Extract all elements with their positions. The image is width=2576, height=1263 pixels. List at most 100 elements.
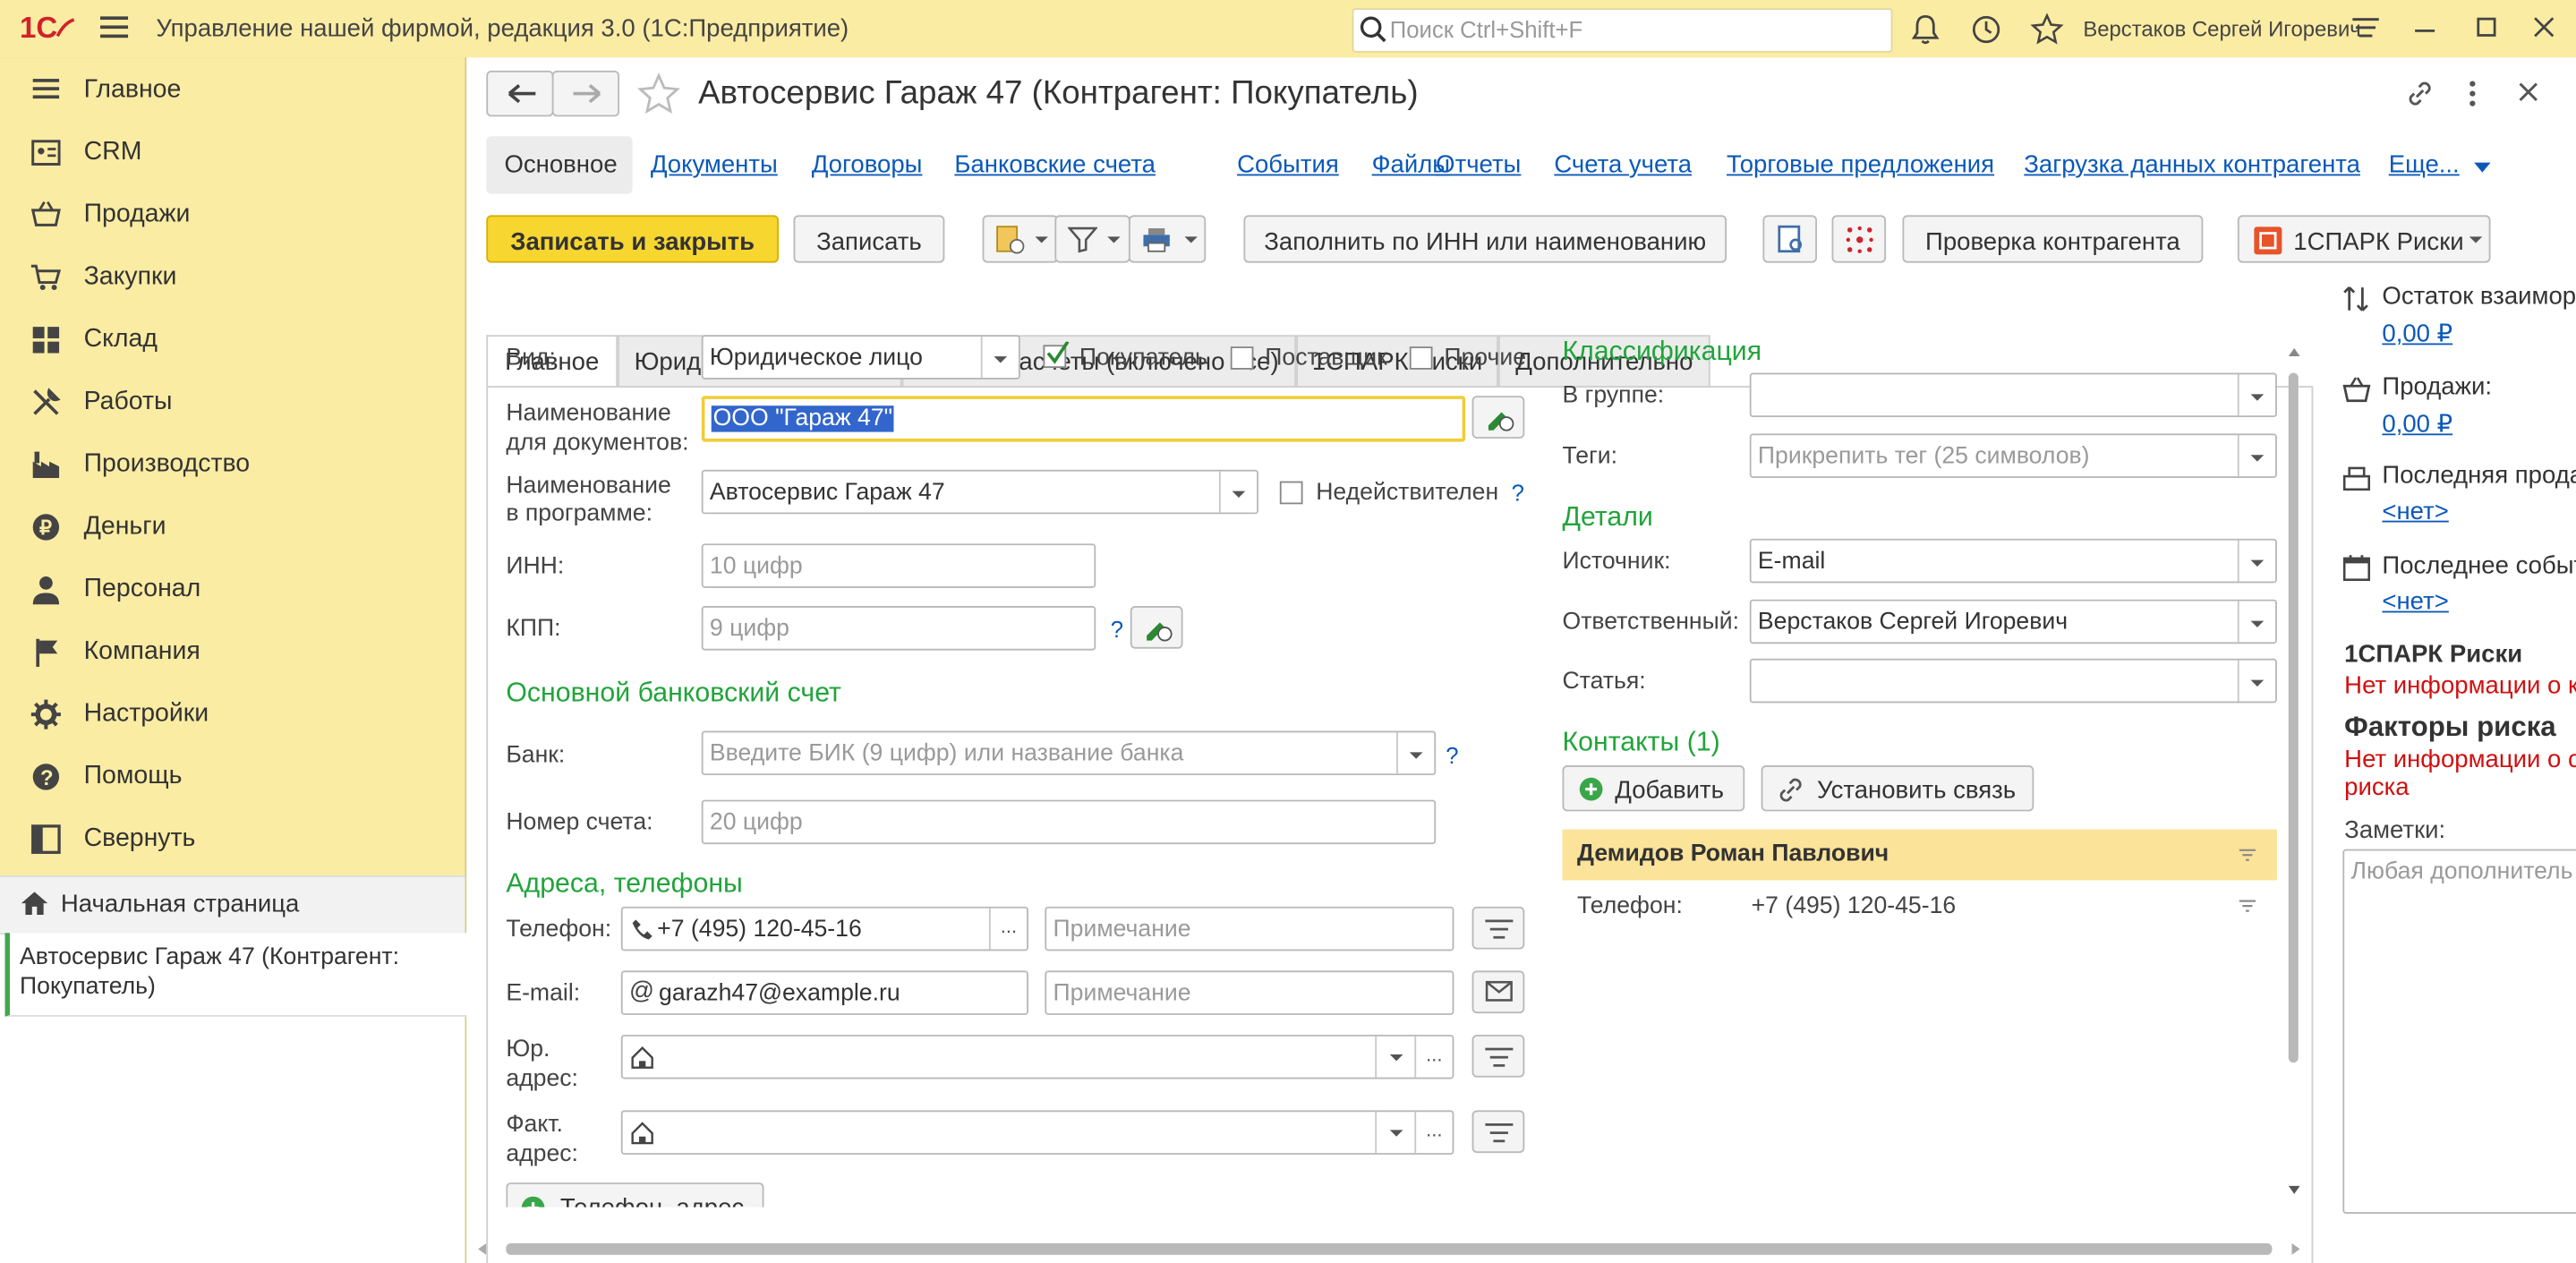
send-email-button[interactable] bbox=[1471, 970, 1525, 1014]
sidebar-item-warehouse[interactable]: Склад bbox=[0, 309, 465, 371]
section-bank-accounts-link[interactable]: Банковские счета bbox=[954, 151, 1156, 179]
vertical-scrollbar[interactable] bbox=[2285, 345, 2301, 1199]
vid-select[interactable]: Юридическое лицо bbox=[701, 335, 1020, 380]
filter-button[interactable] bbox=[1054, 215, 1130, 263]
phone-input[interactable]: +7 (495) 120-45-16 ... bbox=[620, 906, 1028, 952]
chevron-down-icon[interactable] bbox=[1375, 1112, 1416, 1154]
invalid-checkbox[interactable] bbox=[1279, 481, 1303, 505]
forward-button[interactable] bbox=[551, 70, 619, 117]
network-button[interactable] bbox=[1831, 215, 1887, 263]
horizontal-scrollbar[interactable] bbox=[476, 1237, 2308, 1260]
create-based-button[interactable] bbox=[982, 215, 1059, 263]
filter-lines-icon[interactable] bbox=[2239, 849, 2256, 863]
article-select[interactable] bbox=[1749, 658, 2277, 704]
legal-address-options-button[interactable] bbox=[1471, 1034, 1525, 1078]
section-main[interactable]: Основное bbox=[486, 136, 633, 194]
1c-logo[interactable]: 1С bbox=[20, 12, 75, 45]
name-docs-input[interactable]: ООО "Гараж 47" bbox=[701, 396, 1466, 442]
section-contracts-link[interactable]: Договоры bbox=[812, 151, 923, 179]
favorite-star-icon[interactable] bbox=[635, 72, 681, 115]
sidebar-item-help[interactable]: ? Помощь bbox=[0, 746, 465, 808]
link-icon[interactable] bbox=[2405, 79, 2435, 108]
save-close-button[interactable]: Записать и закрыть bbox=[486, 215, 780, 263]
name-prog-input[interactable]: Автосервис Гараж 47 bbox=[701, 469, 1258, 515]
fact-address-options-button[interactable] bbox=[1471, 1110, 1525, 1154]
sidebar-item-money[interactable]: ₽ Деньги bbox=[0, 496, 465, 559]
set-link-button[interactable]: Установить связь bbox=[1761, 765, 2034, 812]
email-note-input[interactable]: Примечание bbox=[1045, 970, 1454, 1015]
kpp-input[interactable]: 9 цифр bbox=[701, 606, 1096, 651]
counterparty-file-button[interactable] bbox=[1762, 215, 1818, 263]
user-name[interactable]: Верстаков Сергей Игоревич bbox=[2083, 16, 2360, 41]
source-select[interactable]: E-mail bbox=[1749, 538, 2277, 584]
close-form-icon[interactable] bbox=[2517, 81, 2540, 104]
bank-help-link[interactable]: ? bbox=[1446, 742, 1458, 768]
group-select[interactable] bbox=[1749, 372, 2277, 418]
sidebar-item-company[interactable]: Компания bbox=[0, 621, 465, 684]
add-contact-button[interactable]: Добавить bbox=[1562, 765, 1745, 812]
scrollbar-thumb[interactable] bbox=[2288, 372, 2299, 1063]
add-phone-address-button[interactable]: Телефон, адрес bbox=[506, 1182, 764, 1208]
section-more-link[interactable]: Еще... bbox=[2389, 151, 2460, 179]
bank-input[interactable]: Введите БИК (9 цифр) или название банка bbox=[701, 730, 1437, 776]
email-input[interactable]: @ garazh47@example.ru bbox=[620, 970, 1028, 1015]
balance-value-link[interactable]: 0,00 ₽ bbox=[2382, 319, 2452, 348]
phone-options-button[interactable] bbox=[1471, 906, 1525, 950]
minimize-icon[interactable] bbox=[2411, 13, 2444, 47]
section-documents-link[interactable]: Документы bbox=[651, 151, 778, 179]
sidebar-item-production[interactable]: Производство bbox=[0, 433, 465, 496]
sidebar-item-settings[interactable]: Настройки bbox=[0, 683, 465, 746]
sidebar-item-works[interactable]: Работы bbox=[0, 371, 465, 434]
section-data-import-link[interactable]: Загрузка данных контрагента bbox=[2024, 151, 2360, 179]
print-button[interactable] bbox=[1128, 215, 1207, 263]
back-button[interactable] bbox=[486, 70, 554, 117]
sales-value-link[interactable]: 0,00 ₽ bbox=[2382, 409, 2452, 439]
fact-address-input[interactable]: ... bbox=[620, 1110, 1454, 1155]
buyer-checkbox[interactable] bbox=[1043, 341, 1070, 369]
ellipsis-icon[interactable]: ... bbox=[1414, 1112, 1452, 1154]
home-page-item[interactable]: Начальная страница bbox=[0, 875, 465, 935]
sidebar-item-sales[interactable]: Продажи bbox=[0, 184, 465, 247]
last-sale-value-link[interactable]: <нет> bbox=[2382, 498, 2448, 525]
bell-icon[interactable] bbox=[1909, 13, 1942, 47]
invalid-help-link[interactable]: ? bbox=[1512, 480, 1524, 506]
close-app-icon[interactable] bbox=[2531, 13, 2564, 47]
more-vertical-icon[interactable] bbox=[2466, 79, 2479, 108]
section-accounts-link[interactable]: Счета учета bbox=[1554, 151, 1692, 179]
fill-by-inn-button[interactable]: Заполнить по ИНН или наименованию bbox=[1243, 215, 1727, 263]
history-icon[interactable] bbox=[1970, 13, 2003, 47]
sidebar-item-staff[interactable]: Персонал bbox=[0, 559, 465, 621]
last-event-value-link[interactable]: <нет> bbox=[2382, 588, 2448, 616]
sidebar-item-collapse[interactable]: Свернуть bbox=[0, 808, 465, 871]
sidebar-item-main[interactable]: Главное bbox=[0, 59, 465, 122]
contact-row[interactable]: Демидов Роман Павлович bbox=[1562, 829, 2277, 881]
supplier-checkbox[interactable] bbox=[1230, 346, 1254, 370]
legal-address-input[interactable]: ... bbox=[620, 1034, 1454, 1080]
open-window-item[interactable]: Автосервис Гараж 47 (Контрагент: Покупат… bbox=[4, 933, 469, 1017]
star-icon[interactable] bbox=[2030, 13, 2064, 47]
account-input[interactable]: 20 цифр bbox=[701, 799, 1437, 845]
edit-kpp-button[interactable] bbox=[1130, 606, 1183, 649]
settings-list-icon[interactable] bbox=[2351, 13, 2384, 47]
section-reports-link[interactable]: Отчеты bbox=[1436, 151, 1521, 179]
check-counterparty-button[interactable]: Проверка контрагента bbox=[1902, 215, 2204, 263]
filter-lines-icon[interactable] bbox=[2239, 900, 2256, 913]
sidebar-item-purchases[interactable]: Закупки bbox=[0, 246, 465, 309]
search-input[interactable]: Поиск Ctrl+Shift+F bbox=[1352, 8, 1893, 53]
inn-input[interactable]: 10 цифр bbox=[701, 543, 1096, 588]
section-events-link[interactable]: События bbox=[1237, 151, 1339, 179]
ellipsis-icon[interactable]: ... bbox=[988, 908, 1027, 950]
notes-textarea[interactable]: Любая дополнитель bbox=[2342, 849, 2576, 1214]
spark-risks-button[interactable]: 1СПАРК Риски bbox=[2237, 215, 2491, 263]
menu-icon[interactable] bbox=[99, 15, 129, 40]
maximize-icon[interactable] bbox=[2474, 13, 2507, 47]
edit-name-button[interactable] bbox=[1471, 396, 1525, 439]
kpp-help-link[interactable]: ? bbox=[1111, 616, 1123, 642]
other-checkbox[interactable] bbox=[1409, 346, 1433, 370]
ellipsis-icon[interactable]: ... bbox=[1414, 1036, 1452, 1078]
h-scrollbar-thumb[interactable] bbox=[506, 1242, 2273, 1255]
chevron-down-icon[interactable] bbox=[1375, 1036, 1416, 1078]
sidebar-item-crm[interactable]: CRM bbox=[0, 122, 465, 184]
save-button[interactable]: Записать bbox=[793, 215, 945, 263]
phone-note-input[interactable]: Примечание bbox=[1045, 906, 1454, 952]
